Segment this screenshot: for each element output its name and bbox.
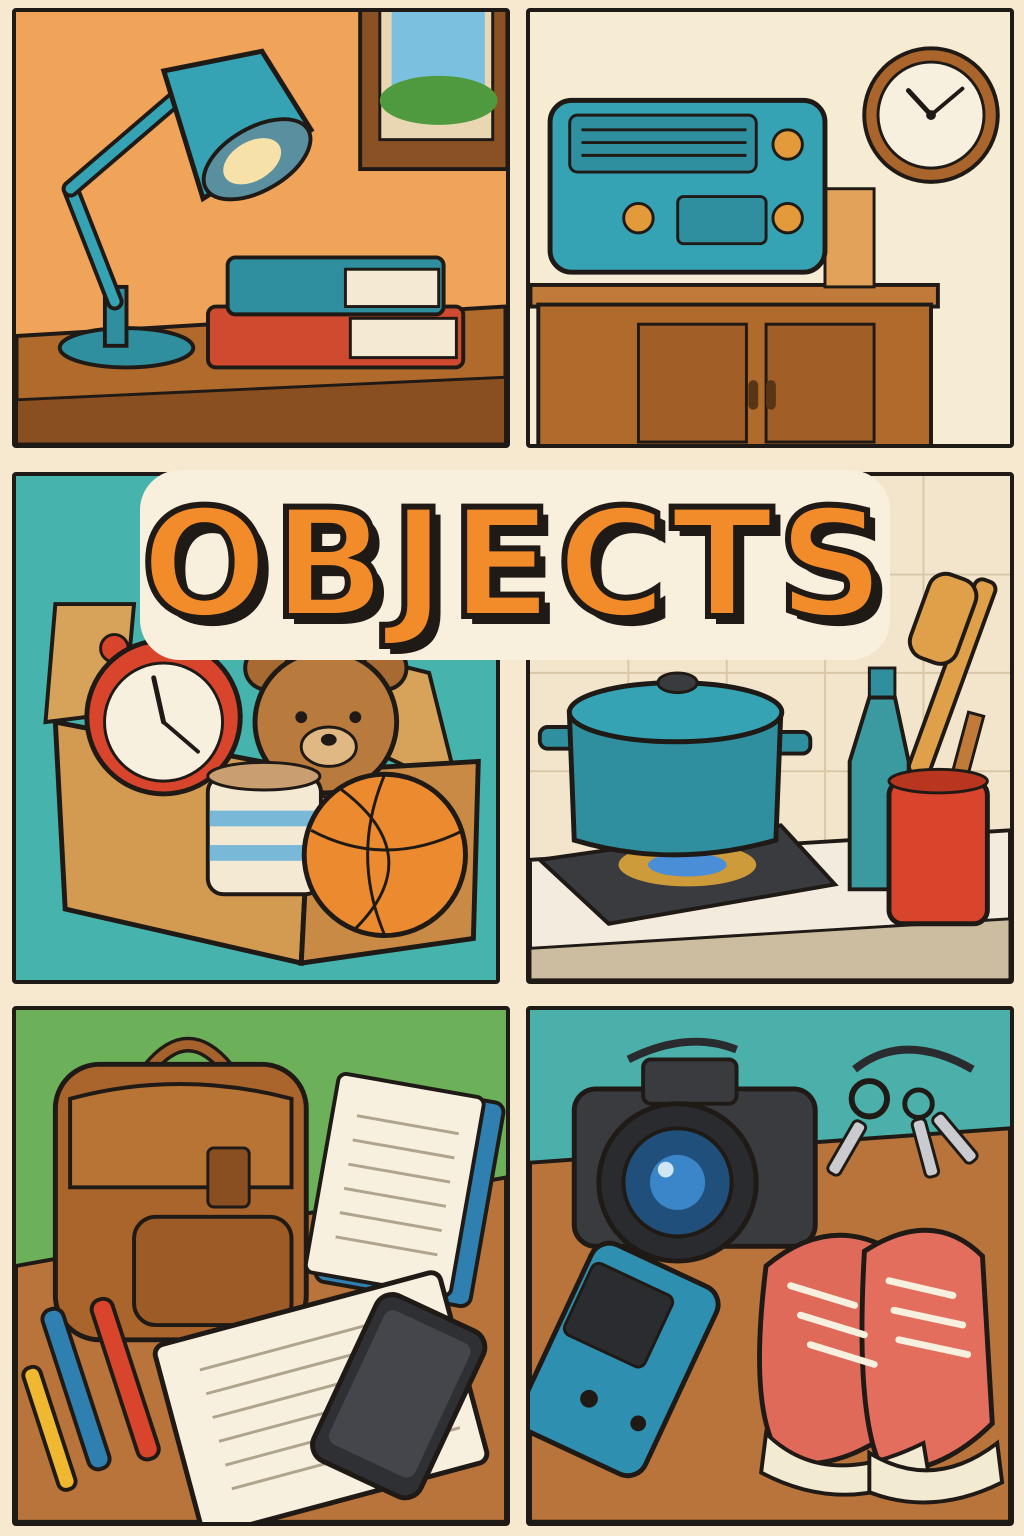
sneakers-icon (757, 1227, 1005, 1505)
radio-icon (547, 97, 876, 289)
camera-icon (571, 1037, 818, 1264)
backpack-icon (52, 1036, 309, 1343)
books-icon (206, 255, 466, 370)
panel-school (12, 1006, 510, 1526)
school-scene (16, 1036, 506, 1522)
desk-scene (16, 12, 506, 444)
wall-clock-icon (862, 46, 1000, 184)
cabinet-scene (530, 46, 1000, 444)
picture-frame-icon (358, 12, 506, 172)
cooking-pot-icon (537, 671, 813, 858)
basketball-icon (301, 771, 468, 938)
panel-desk (12, 8, 510, 448)
cabinet-icon (530, 282, 940, 444)
panel-leisure (526, 1006, 1014, 1526)
panel-cabinet (526, 8, 1014, 448)
notepad-icon (303, 1071, 506, 1309)
page-title: OBJECTS (138, 475, 890, 655)
title-banner: OBJECTS (138, 470, 890, 660)
leisure-scene (530, 1037, 1010, 1522)
